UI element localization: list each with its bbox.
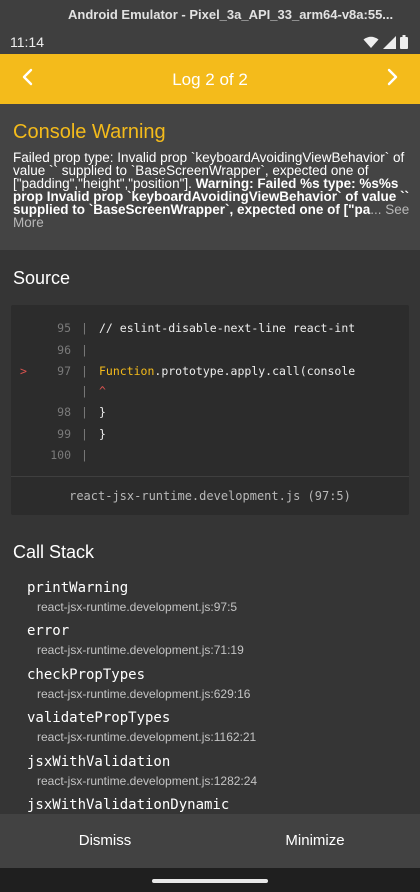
status-icons [363,35,408,49]
minimize-button[interactable]: Minimize [210,814,420,868]
warning-message[interactable]: Failed prop type: Invalid prop `keyboard… [13,151,413,239]
code-text: } [99,427,106,441]
code-line: 95 | // eslint-disable-next-line react-i… [11,321,409,343]
call-stack-section-title: Call Stack [13,542,95,562]
source-code-frame[interactable]: 95 | // eslint-disable-next-line react-i… [11,305,409,515]
frame-location: react-jsx-runtime.development.js:629:16 [37,687,251,701]
code-line: 98 | } [11,405,409,427]
code-line: 100 | [11,448,409,470]
frame-location: react-jsx-runtime.development.js:97:5 [37,600,238,614]
code-function-token: Function [99,364,155,378]
code-text: Function.prototype.apply.call(console [99,364,355,378]
line-number: 99 [57,427,71,441]
code-line: 96 | [11,343,409,365]
chevron-right-icon [385,68,399,91]
line-gutter: | [81,343,88,357]
code-caret-line: | ^ [11,384,409,406]
error-line-marker: > [20,364,27,378]
stack-frame[interactable]: jsxWithValidationDynamic [27,797,407,814]
battery-icon [400,35,408,49]
line-number: 98 [57,405,71,419]
log-counter-title: Log 2 of 2 [172,70,248,89]
stack-frame[interactable]: printWarning react-jsx-runtime.developme… [27,580,407,624]
warning-title: Console Warning [13,121,166,143]
log-navigation-header: Log 2 of 2 [0,54,420,104]
bottom-action-bar: Dismiss Minimize [0,814,420,868]
code-line-highlighted: > 97 | Function.prototype.apply.call(con… [11,364,409,386]
line-number: 97 [57,364,71,378]
frame-function-name: validatePropTypes [27,710,171,726]
source-section-title: Source [13,268,71,288]
status-bar: 11:14 [0,30,420,54]
code-rest: .prototype.apply.call(console [154,364,356,378]
frame-function-name: checkPropTypes [27,667,146,683]
code-text: } [99,405,106,419]
frame-location: react-jsx-runtime.development.js:71:19 [37,643,244,657]
gesture-navigation-area [0,868,420,892]
status-time: 11:14 [10,34,44,50]
line-number: 100 [50,448,71,462]
window-title: Android Emulator - Pixel_3a_API_33_arm64… [68,7,394,22]
code-line: 99 | } [11,427,409,449]
stack-frame[interactable]: validatePropTypes react-jsx-runtime.deve… [27,710,407,754]
line-number: 96 [57,343,71,357]
frame-function-name: printWarning [27,580,129,596]
frame-location: react-jsx-runtime.development.js:1282:24 [37,774,258,788]
wifi-icon [363,36,379,49]
frame-function-name: jsxWithValidationDynamic [27,797,230,813]
warning-panel: Console Warning Failed prop type: Invali… [0,104,420,250]
line-gutter: | [81,364,88,378]
emulator-title-bar: Android Emulator - Pixel_3a_API_33_arm64… [0,0,420,30]
line-gutter: | [81,384,88,398]
stack-frame[interactable]: jsxWithValidation react-jsx-runtime.deve… [27,754,407,798]
frame-location: react-jsx-runtime.development.js:1162:21 [37,730,257,744]
error-caret: ^ [99,384,106,398]
frame-function-name: error [27,623,70,639]
line-gutter: | [81,321,88,335]
next-log-button[interactable] [364,54,420,104]
source-file-location[interactable]: react-jsx-runtime.development.js (97:5) [11,476,409,515]
dismiss-button[interactable]: Dismiss [0,814,210,868]
stack-frame[interactable]: checkPropTypes react-jsx-runtime.develop… [27,667,407,711]
line-gutter: | [81,405,88,419]
line-number: 95 [57,321,71,335]
code-text: // eslint-disable-next-line react-int [99,321,356,335]
frame-function-name: jsxWithValidation [27,754,171,770]
line-gutter: | [81,448,88,462]
line-gutter: | [81,427,88,441]
home-gesture-handle[interactable] [152,879,268,883]
stack-frame[interactable]: error react-jsx-runtime.development.js:7… [27,623,407,667]
signal-icon [383,35,396,49]
call-stack-list: printWarning react-jsx-runtime.developme… [0,572,420,814]
